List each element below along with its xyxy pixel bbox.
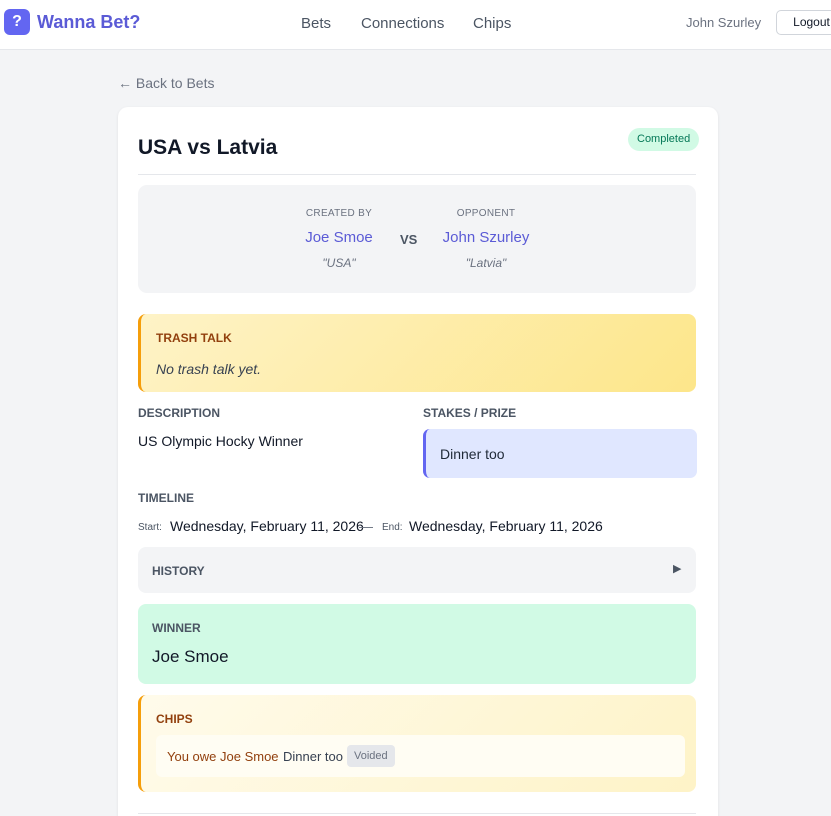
stakes-text: Dinner too [440, 446, 505, 462]
timeline-start-date: Wednesday, February 11, 2026 [170, 518, 364, 534]
creator-pick: "USA" [322, 256, 356, 270]
timeline-separator: — [359, 518, 373, 534]
creator-name[interactable]: Joe Smoe [269, 229, 409, 246]
bet-detail-card: USA vs Latvia Completed CREATED BY Joe S… [118, 107, 718, 816]
current-user: John Szurley [686, 15, 762, 30]
history-heading: HISTORY [152, 564, 205, 578]
chip-row: You owe Joe Smoe Dinner too Voided [156, 735, 685, 777]
logout-button[interactable]: Logout [776, 10, 831, 35]
winner-heading: WINNER [152, 621, 201, 635]
vs-label: VS [400, 232, 418, 247]
back-to-bets-link[interactable]: ← Back to Bets [118, 75, 214, 91]
voided-badge: Voided [347, 745, 395, 767]
winner-name: Joe Smoe [152, 647, 229, 666]
opponent-name[interactable]: John Szurley [416, 229, 556, 246]
timeline-end-date: Wednesday, February 11, 2026 [409, 518, 603, 534]
timeline-heading: TIMELINE [138, 491, 194, 505]
trash-talk-text: No trash talk yet. [156, 361, 262, 377]
bet-title: USA vs Latvia [138, 136, 278, 159]
trash-talk-heading: TRASH TALK [156, 331, 232, 345]
status-badge: Completed [628, 128, 700, 151]
winner-panel: WINNER Joe Smoe [138, 604, 696, 684]
description-heading: DESCRIPTION [138, 406, 221, 420]
chip-owe-text: You owe Joe Smoe [167, 749, 279, 764]
stakes-heading: STAKES / PRIZE [423, 406, 517, 420]
timeline-start-label: Start: [138, 522, 162, 533]
logo-icon[interactable]: ? [4, 9, 30, 35]
creator-role-label: CREATED BY [305, 208, 373, 219]
description-text: US Olympic Hocky Winner [138, 433, 303, 449]
nav-chips[interactable]: Chips [473, 15, 511, 32]
top-navbar: ? Wanna Bet? Bets Connections Chips John… [0, 0, 831, 50]
stakes-box: Dinner too [423, 429, 697, 478]
timeline-end-label: End: [382, 522, 403, 533]
history-toggle[interactable]: HISTORY ▶ [138, 547, 696, 593]
trash-talk-panel: TRASH TALK No trash talk yet. [138, 314, 696, 392]
bottom-divider [138, 813, 696, 814]
chips-panel: CHIPS You owe Joe Smoe Dinner too Voided [138, 695, 696, 792]
expand-arrow-icon[interactable]: ▶ [673, 562, 681, 575]
chip-stake-text: Dinner too [283, 749, 343, 764]
chips-heading: CHIPS [156, 712, 193, 726]
parties-panel: CREATED BY Joe Smoe "USA" VS OPPONENT Jo… [138, 185, 696, 293]
brand-name[interactable]: Wanna Bet? [37, 12, 140, 33]
opponent-pick: "Latvia" [465, 256, 507, 270]
opponent-role-label: OPPONENT [456, 208, 516, 219]
nav-connections[interactable]: Connections [361, 15, 444, 32]
title-divider [138, 174, 696, 175]
nav-bets[interactable]: Bets [301, 15, 331, 32]
